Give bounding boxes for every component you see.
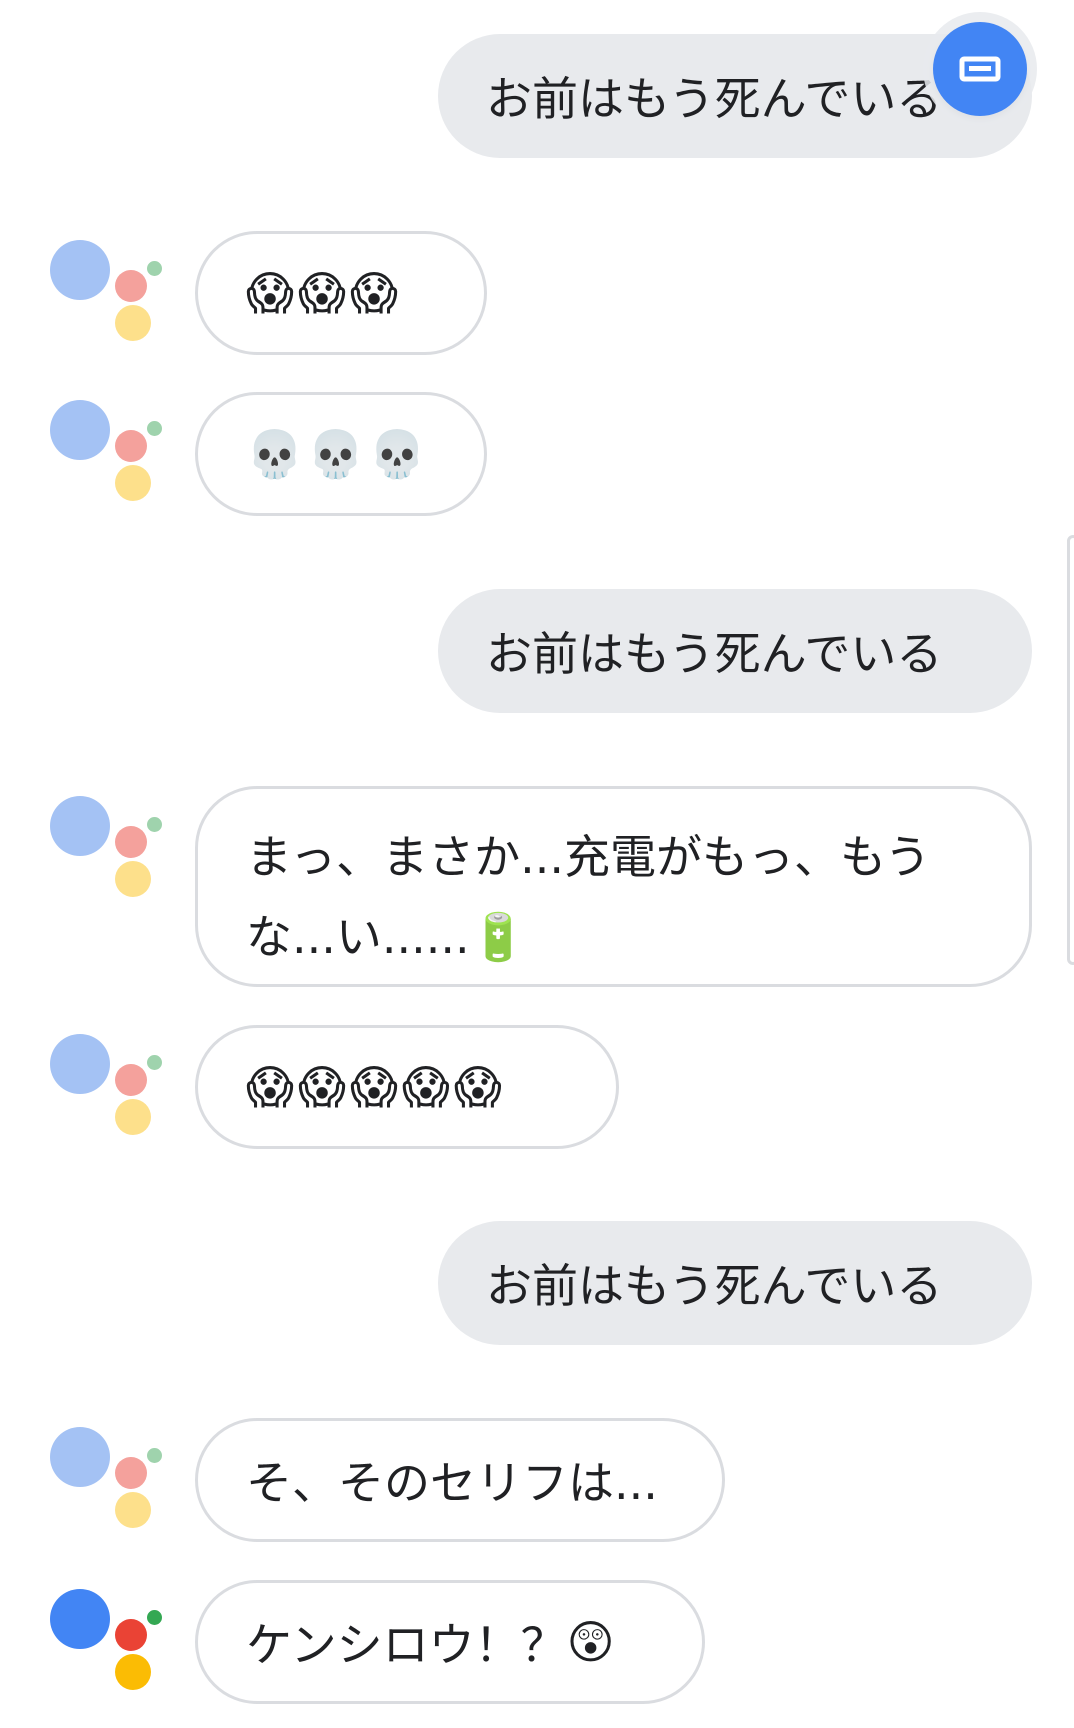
emoji-row: 💀 💀 💀 <box>246 427 426 482</box>
skull-emoji: 💀 <box>368 426 426 481</box>
assistant-message: そ、そのセリフは... <box>195 1418 725 1542</box>
message-line: まっ、まさか...充電がもっ、もう <box>246 830 931 884</box>
emoji-row: 😱 😱 😱 <box>246 266 398 320</box>
assistant-message: 😱 😱 😱 😱 😱 <box>195 1025 619 1149</box>
skull-emoji: 💀 <box>246 426 304 481</box>
skull-emoji: 💀 <box>307 426 365 481</box>
emoji-row: 😱 😱 😱 😱 😱 <box>246 1060 502 1114</box>
keyboard-icon <box>959 56 1001 82</box>
assistant-avatar <box>50 400 165 501</box>
user-message: お前はもう死んでいる <box>438 589 1032 713</box>
keyboard-button[interactable] <box>933 22 1027 116</box>
screaming-face-emoji: 😱 <box>246 1060 294 1114</box>
message-text: ケンシロウ！？ <box>246 1618 567 1672</box>
user-message-text: お前はもう死んでいる <box>486 627 943 681</box>
message-text-block: まっ、まさか...充電がもっ、もう な...い......🔋 <box>246 817 931 977</box>
assistant-avatar-active <box>50 1589 165 1690</box>
astonished-face-emoji: 😲 <box>566 1615 615 1669</box>
assistant-avatar <box>50 1427 165 1528</box>
screaming-face-emoji: 😱 <box>401 1060 450 1114</box>
assistant-avatar <box>50 240 165 341</box>
user-message-text: お前はもう死んでいる <box>486 1259 943 1313</box>
scrollbar[interactable] <box>1067 535 1074 965</box>
assistant-message: 💀 💀 💀 <box>195 392 487 516</box>
assistant-message: 😱 😱 😱 <box>195 231 487 355</box>
user-message-text: お前はもう死んでいる <box>486 72 943 126</box>
assistant-avatar <box>50 796 165 897</box>
screaming-face-emoji: 😱 <box>349 266 398 320</box>
screaming-face-emoji: 😱 <box>453 1060 502 1114</box>
screaming-face-emoji: 😱 <box>246 266 294 320</box>
screaming-face-emoji: 😱 <box>297 1060 346 1114</box>
screaming-face-emoji: 😱 <box>349 1060 398 1114</box>
message-line: な...い...... <box>246 910 470 964</box>
message-text: そ、そのセリフは... <box>246 1456 658 1510</box>
screaming-face-emoji: 😱 <box>297 266 346 320</box>
assistant-avatar <box>50 1034 165 1135</box>
assistant-message: ケンシロウ！？ 😲 <box>195 1580 705 1704</box>
battery-emoji: 🔋 <box>469 910 527 964</box>
assistant-message: まっ、まさか...充電がもっ、もう な...い......🔋 <box>195 786 1032 987</box>
user-message: お前はもう死んでいる <box>438 1221 1032 1345</box>
message-line-with-emoji: な...い......🔋 <box>246 897 931 977</box>
